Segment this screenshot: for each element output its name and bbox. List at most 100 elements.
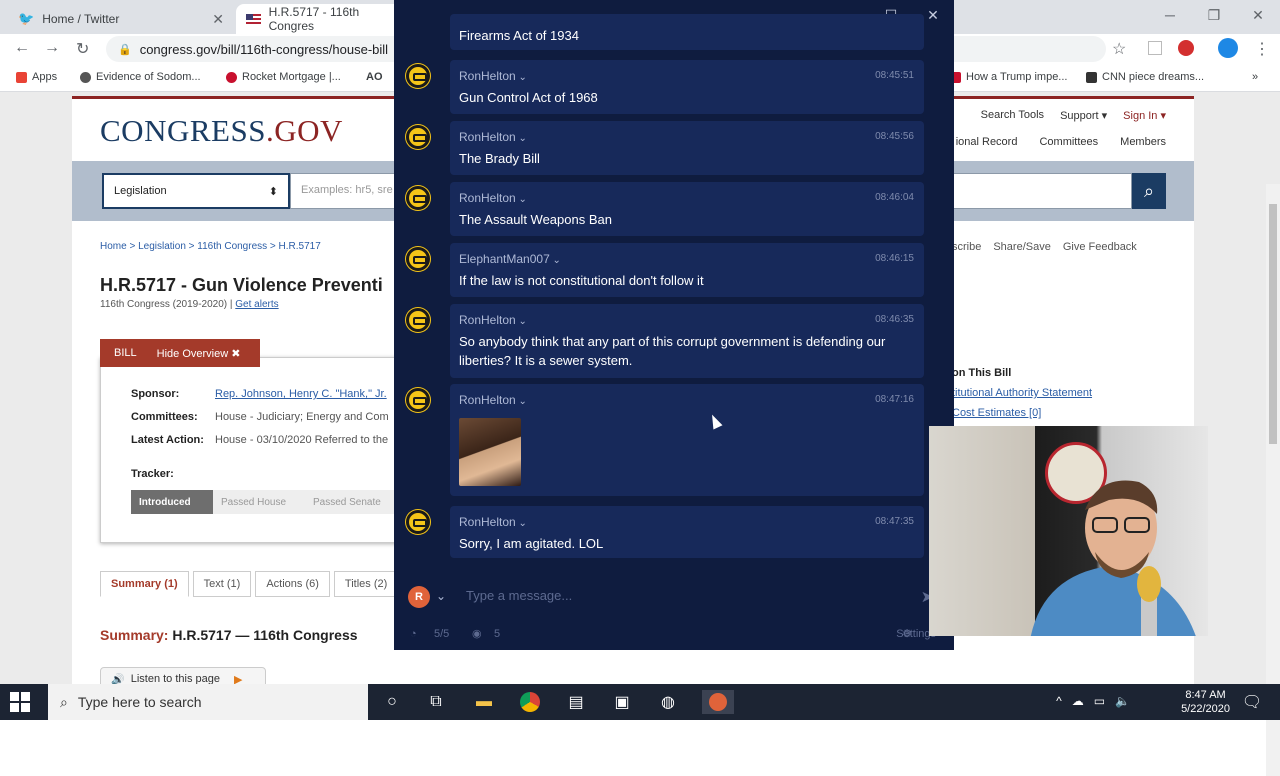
- chat-message: RonHelton 08:46:35 So anybody think that…: [450, 304, 924, 378]
- extension-icon[interactable]: [1148, 41, 1162, 55]
- give-feedback-link[interactable]: Give Feedback: [1063, 241, 1137, 253]
- bookmark-item[interactable]: AO: [366, 71, 383, 83]
- scroll-thumb[interactable]: [1269, 204, 1277, 444]
- tab-congress[interactable]: H.R.5717 - 116th Congres: [236, 4, 406, 34]
- close-icon[interactable]: ✕: [212, 11, 224, 28]
- volume-icon[interactable]: 🔈: [1115, 694, 1130, 708]
- message-time: 08:45:51: [875, 70, 914, 81]
- chevron-down-icon[interactable]: ⌄: [436, 589, 446, 603]
- windows-start-icon[interactable]: [10, 692, 30, 712]
- search-tools-link[interactable]: Search Tools: [981, 109, 1044, 122]
- tab-summary[interactable]: Summary (1): [100, 571, 189, 597]
- cloud-icon[interactable]: ☁: [1072, 694, 1084, 708]
- tracker-step-house: Passed House: [213, 490, 305, 514]
- share-save-link[interactable]: Share/Save: [993, 241, 1050, 253]
- authority-statement-link[interactable]: titutional Authority Statement: [952, 387, 1092, 399]
- user-avatar[interactable]: [406, 125, 430, 149]
- status-count: 5/5: [434, 628, 450, 640]
- profile-avatar[interactable]: [1218, 38, 1238, 58]
- tab-titles[interactable]: Titles (2): [333, 571, 399, 597]
- hide-overview-button[interactable]: Hide Overview ✖: [157, 347, 241, 360]
- user-avatar[interactable]: [406, 186, 430, 210]
- message-composer: R ⌄ Type a message... ➤: [394, 578, 954, 616]
- user-avatar[interactable]: [406, 64, 430, 88]
- more-on-bill: on This Bill titutional Authority Statem…: [952, 367, 1093, 419]
- star-icon[interactable]: ☆: [1112, 39, 1126, 59]
- message-username[interactable]: RonHelton: [459, 130, 527, 144]
- cnn-icon: [1086, 71, 1097, 83]
- chat-app-icon[interactable]: [702, 690, 734, 714]
- eye-icon: ◉: [472, 628, 482, 640]
- file-explorer-icon[interactable]: ▬: [472, 690, 496, 714]
- image-attachment[interactable]: [459, 418, 521, 486]
- message-username[interactable]: RonHelton: [459, 515, 527, 529]
- tab-actions[interactable]: Actions (6): [255, 571, 330, 597]
- adblock-icon[interactable]: [1178, 40, 1194, 56]
- bill-tab: BILL Hide Overview ✖: [100, 339, 260, 367]
- bookmark-apps[interactable]: Apps: [16, 71, 57, 83]
- bookmark-item[interactable]: Rocket Mortgage |...: [226, 71, 341, 83]
- more-bookmarks-icon[interactable]: »: [1252, 71, 1258, 83]
- message-username[interactable]: RonHelton: [459, 393, 527, 407]
- current-user-avatar[interactable]: R: [408, 586, 430, 608]
- tab-label: H.R.5717 - 116th Congres: [268, 5, 360, 33]
- subscribe-link[interactable]: scribe: [952, 241, 981, 253]
- message-username[interactable]: ElephantMan007: [459, 252, 561, 266]
- system-clock[interactable]: 8:47 AM 5/22/2020: [1181, 688, 1230, 716]
- app-icon[interactable]: ▤: [564, 690, 588, 714]
- nav-members[interactable]: Members: [1120, 136, 1166, 148]
- menu-icon[interactable]: ⋮: [1254, 39, 1270, 59]
- chevron-up-icon[interactable]: ^: [1056, 694, 1062, 708]
- cost-estimates-link[interactable]: Cost Estimates [0]: [952, 407, 1092, 419]
- chat-message: RonHelton 08:45:56 The Brady Bill: [450, 121, 924, 175]
- select-arrow-icon: ⬍: [268, 186, 278, 198]
- obs-icon[interactable]: ◍: [656, 690, 680, 714]
- bookmark-item[interactable]: Evidence of Sodom...: [80, 71, 201, 83]
- lock-icon: 🔒: [118, 43, 132, 56]
- user-avatar[interactable]: [406, 247, 430, 271]
- page-tabs: Summary (1) Text (1) Actions (6) Titles …: [100, 571, 399, 597]
- bookmark-item[interactable]: How a Trump impe...: [950, 71, 1067, 83]
- message-username[interactable]: RonHelton: [459, 191, 527, 205]
- search-button[interactable]: ⌕: [1132, 173, 1166, 209]
- url-text: congress.gov/bill/116th-congress/house-b…: [139, 41, 389, 57]
- user-avatar[interactable]: [406, 510, 430, 534]
- tracker-step-senate: Passed Senate: [305, 490, 401, 514]
- back-icon[interactable]: ←: [14, 39, 30, 57]
- user-avatar[interactable]: [406, 308, 430, 332]
- message-text: The Assault Weapons Ban: [459, 212, 612, 227]
- search-scope-select[interactable]: Legislation ⬍: [102, 173, 290, 209]
- tab-text[interactable]: Text (1): [192, 571, 252, 597]
- network-icon[interactable]: ▭: [1094, 694, 1105, 708]
- restore-icon[interactable]: ❐: [1192, 0, 1236, 30]
- message-username[interactable]: RonHelton: [459, 69, 527, 83]
- sponsor-link[interactable]: Rep. Johnson, Henry C. "Hank," Jr.: [215, 388, 387, 400]
- chat-status-bar: ◔ 5/5 ◉ 5 ⚙ Settings: [394, 622, 954, 646]
- message-time: 08:46:35: [875, 314, 914, 325]
- message-username[interactable]: RonHelton: [459, 313, 527, 327]
- reload-icon[interactable]: ↻: [76, 39, 89, 59]
- get-alerts-link[interactable]: Get alerts: [235, 299, 278, 310]
- forward-icon[interactable]: →: [44, 39, 60, 57]
- message-input[interactable]: Type a message...: [466, 588, 572, 603]
- message-time: 08:46:15: [875, 253, 914, 264]
- notification-icon[interactable]: 🗨: [1240, 690, 1264, 714]
- close-icon[interactable]: ✕: [1236, 0, 1280, 30]
- message-text: So anybody think that any part of this c…: [459, 334, 886, 368]
- cortana-icon[interactable]: ○: [380, 690, 404, 714]
- minimize-icon[interactable]: ─: [1148, 0, 1192, 30]
- user-avatar[interactable]: [406, 388, 430, 412]
- app-icon[interactable]: ▣: [610, 690, 634, 714]
- nav-committees[interactable]: Committees: [1039, 136, 1098, 148]
- nav-congressional-record[interactable]: ional Record: [956, 136, 1018, 148]
- taskbar-search-box[interactable]: ⌕ Type here to search: [48, 684, 368, 720]
- chrome-icon[interactable]: [518, 690, 542, 714]
- task-view-icon[interactable]: ⧉: [424, 690, 448, 714]
- congress-logo[interactable]: CONGRESS.GOV: [100, 113, 343, 149]
- tab-twitter[interactable]: 🐦 Home / Twitter ✕: [8, 4, 234, 34]
- webcam-feed: [929, 426, 1208, 636]
- bookmark-item[interactable]: CNN piece dreams...: [1086, 71, 1204, 83]
- support-link[interactable]: Support ▾: [1060, 109, 1107, 122]
- sign-in-link[interactable]: Sign In ▾: [1123, 109, 1166, 122]
- breadcrumb[interactable]: Home > Legislation > 116th Congress > H.…: [100, 241, 321, 252]
